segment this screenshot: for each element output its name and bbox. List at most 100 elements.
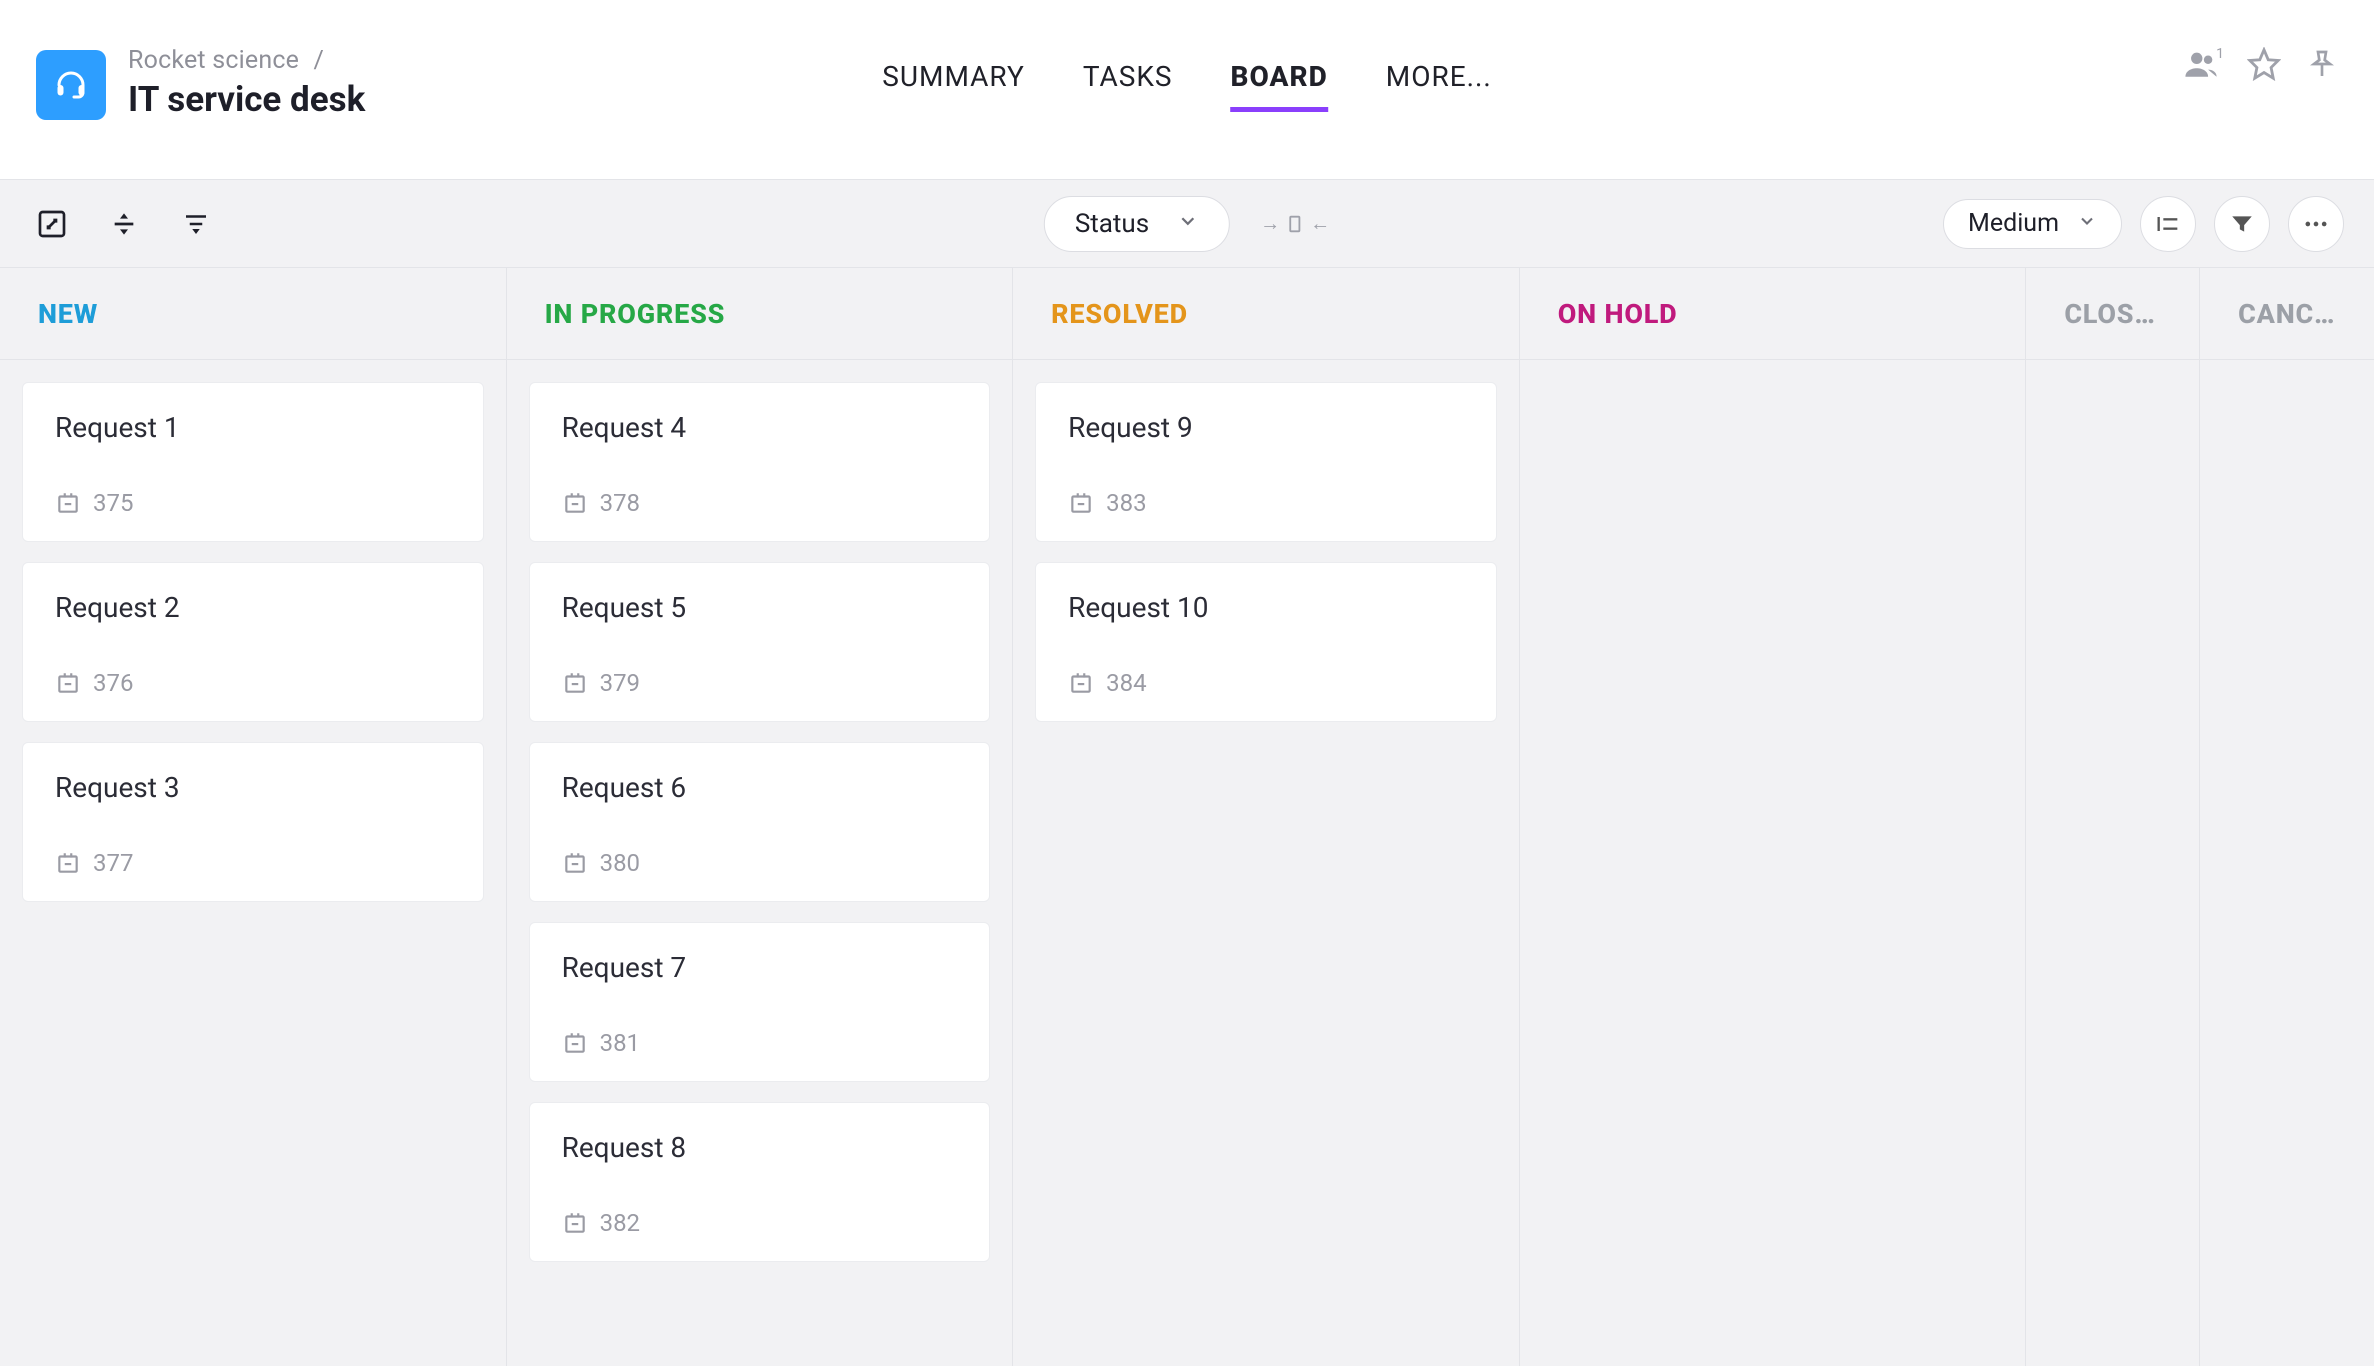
board-card[interactable]: Request 6 380 (529, 742, 991, 902)
card-meta: 382 (562, 1209, 958, 1237)
column-header[interactable]: RESOLVED (1013, 268, 1519, 360)
header-actions: 1 (2184, 44, 2342, 84)
card-id: 376 (93, 669, 133, 697)
task-id-icon (55, 850, 81, 876)
task-id-icon (562, 1030, 588, 1056)
board-card[interactable]: Request 7 381 (529, 922, 991, 1082)
board-card[interactable]: Request 5 379 (529, 562, 991, 722)
tab-board[interactable]: BOARD (1231, 60, 1328, 112)
card-meta: 377 (55, 849, 451, 877)
nav-tabs: SUMMARY TASKS BOARD MORE... (882, 60, 1492, 112)
board-toolbar: Status → ← Medium (0, 180, 2374, 268)
pin-button[interactable] (2302, 44, 2342, 84)
card-title: Request 1 (55, 411, 451, 444)
card-id: 378 (600, 489, 640, 517)
card-title: Request 5 (562, 591, 958, 624)
board-card[interactable]: Request 4 378 (529, 382, 991, 542)
filter-button[interactable] (2214, 196, 2270, 252)
card-title: Request 3 (55, 771, 451, 804)
toolbar-center: Status → ← (1044, 196, 1330, 252)
card-title: Request 2 (55, 591, 451, 624)
breadcrumb[interactable]: Rocket science / (128, 46, 365, 75)
card-id: 384 (1106, 669, 1146, 697)
filter-lines-icon (181, 209, 211, 239)
page-title: IT service desk (128, 79, 365, 120)
card-title: Request 8 (562, 1131, 958, 1164)
card-meta: 381 (562, 1029, 958, 1057)
column-body[interactable] (2026, 360, 2199, 404)
column-header[interactable]: ON HOLD (1520, 268, 2026, 360)
card-meta: 376 (55, 669, 451, 697)
card-title: Request 4 (562, 411, 958, 444)
column-new: NEW Request 1 375 Request 2 376 Request 3 3… (0, 268, 507, 1366)
task-id-icon (562, 670, 588, 696)
star-icon (2247, 47, 2281, 81)
column-body[interactable] (2200, 360, 2374, 404)
arrow-right-icon: → (1260, 211, 1280, 236)
arrow-left-icon: ← (1310, 211, 1330, 236)
board-card[interactable]: Request 10 384 (1035, 562, 1497, 722)
breadcrumb-parent[interactable]: Rocket science (128, 46, 299, 75)
column-body[interactable]: Request 9 383 Request 10 384 (1013, 360, 1519, 744)
toolbar-left (30, 206, 218, 242)
dots-horizontal-icon (2302, 210, 2330, 238)
card-title: Request 7 (562, 951, 958, 984)
swimlanes-button[interactable] (2140, 196, 2196, 252)
card-title: Request 9 (1068, 411, 1464, 444)
board-card[interactable]: Request 3 377 (22, 742, 484, 902)
card-meta: 380 (562, 849, 958, 877)
project-icon[interactable] (36, 50, 106, 120)
column-onhold: ON HOLD (1520, 268, 2027, 1366)
card-size-label: Medium (1968, 209, 2059, 238)
group-by-dropdown[interactable]: Status (1044, 196, 1230, 252)
card-meta: 379 (562, 669, 958, 697)
more-options-button[interactable] (2288, 196, 2344, 252)
favorite-button[interactable] (2244, 44, 2284, 84)
column-header[interactable]: CANC… (2200, 268, 2374, 360)
headset-icon (53, 67, 89, 103)
card-title: Request 6 (562, 771, 958, 804)
insert-column-button[interactable]: → ← (1260, 211, 1330, 236)
task-id-icon (1068, 670, 1094, 696)
column-closed: CLOS… (2026, 268, 2200, 1366)
column-body[interactable] (1520, 360, 2026, 404)
people-icon (2184, 47, 2218, 81)
chevron-down-icon (2077, 209, 2097, 238)
tab-tasks[interactable]: TASKS (1083, 60, 1173, 112)
task-id-icon (562, 490, 588, 516)
members-count: 1 (2216, 46, 2224, 62)
tab-more[interactable]: MORE... (1386, 60, 1492, 112)
app-header: Rocket science / IT service desk SUMMARY… (0, 0, 2374, 180)
card-title: Request 10 (1068, 591, 1464, 624)
card-id: 379 (600, 669, 640, 697)
column-resolved: RESOLVED Request 9 383 Request 10 384 (1013, 268, 1520, 1366)
swimlanes-icon (2154, 210, 2182, 238)
pin-icon (2306, 48, 2338, 80)
task-id-icon (55, 670, 81, 696)
group-by-label: Status (1075, 209, 1149, 239)
members-button[interactable]: 1 (2184, 44, 2226, 84)
column-header[interactable]: IN PROGRESS (507, 268, 1013, 360)
backlog-toggle-button[interactable] (174, 206, 218, 242)
header-left: Rocket science / IT service desk (36, 40, 365, 120)
board-card[interactable]: Request 8 382 (529, 1102, 991, 1262)
column-body[interactable]: Request 4 378Request 5 379Request 6 380R… (507, 360, 1013, 1284)
column-cancelled: CANC… (2200, 268, 2374, 1366)
tab-summary[interactable]: SUMMARY (882, 60, 1025, 112)
card-id: 383 (1106, 489, 1146, 517)
column-header[interactable]: CLOS… (2026, 268, 2199, 360)
column-header[interactable]: NEW (0, 268, 506, 360)
card-size-dropdown[interactable]: Medium (1943, 199, 2122, 249)
column-body[interactable]: Request 1 375 Request 2 376 Request 3 377 (0, 360, 506, 924)
chevron-down-icon (1177, 209, 1199, 239)
card-meta: 375 (55, 489, 451, 517)
kanban-board: NEW Request 1 375 Request 2 376 Request 3 3… (0, 268, 2374, 1366)
board-card[interactable]: Request 9 383 (1035, 382, 1497, 542)
board-card[interactable]: Request 2 376 (22, 562, 484, 722)
card-id: 380 (600, 849, 640, 877)
fullscreen-button[interactable] (30, 206, 74, 242)
card-meta: 384 (1068, 669, 1464, 697)
collapse-rows-button[interactable] (102, 206, 146, 242)
board-card[interactable]: Request 1 375 (22, 382, 484, 542)
column-icon (1284, 213, 1306, 235)
